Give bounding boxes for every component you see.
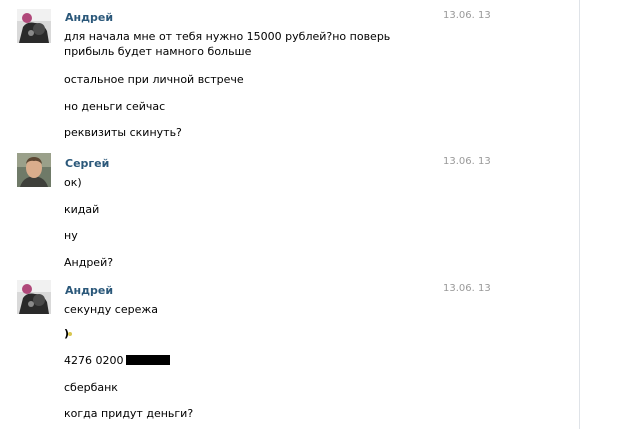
- right-divider: [579, 0, 580, 429]
- message-card-number: 4276 0200: [64, 353, 424, 368]
- card-number-text: 4276 0200: [64, 354, 124, 367]
- black-redaction-bar: [125, 355, 170, 365]
- sender-name[interactable]: Сергей: [65, 157, 109, 170]
- message-text: когда придут деньги?: [64, 407, 194, 420]
- avatar[interactable]: [17, 153, 51, 187]
- message-text: ок): [64, 176, 82, 189]
- avatar-photo-sergey: [17, 153, 51, 187]
- smiley-icon: [68, 332, 73, 336]
- avatar-photo-andrey: [17, 9, 51, 43]
- message-text: секунду сережа: [64, 303, 158, 316]
- message-smile-line: ): [64, 326, 424, 341]
- message-history: Андрей 13.06. 13 для начала мне от тебя …: [0, 0, 618, 429]
- avatar-photo-andrey: [17, 280, 51, 314]
- message-text: кидай: [64, 203, 100, 216]
- avatar[interactable]: [17, 9, 51, 43]
- avatar[interactable]: [17, 280, 51, 314]
- message-text: реквизиты скинуть?: [64, 126, 182, 139]
- message-text: Андрей?: [64, 256, 114, 269]
- sender-name[interactable]: Андрей: [65, 11, 113, 24]
- message-text: для начала мне от тебя нужно 15000 рубле…: [64, 30, 391, 58]
- message-date: 13.06. 13: [443, 156, 491, 167]
- sender-name[interactable]: Андрей: [65, 284, 113, 297]
- message-text: ну: [64, 229, 78, 242]
- message-date: 13.06. 13: [443, 283, 491, 294]
- message-text: остальное при личной встрече: [64, 73, 244, 86]
- message-text: сбербанк: [64, 381, 118, 394]
- message-text: но деньги сейчас: [64, 100, 166, 113]
- message-date: 13.06. 13: [443, 10, 491, 21]
